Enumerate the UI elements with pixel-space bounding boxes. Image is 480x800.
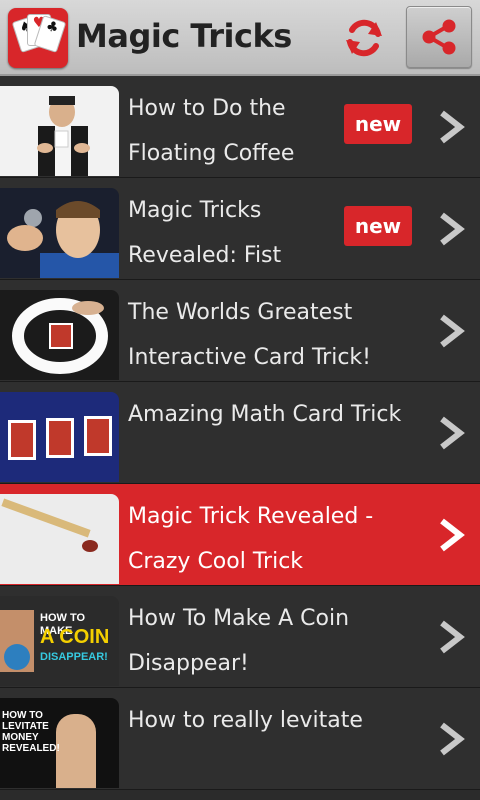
- video-thumbnail: [0, 86, 119, 176]
- video-thumbnail: [0, 494, 119, 584]
- video-list: How to Do the Floating Coffee Cup new Ma…: [0, 76, 480, 790]
- video-thumbnail: [0, 188, 119, 278]
- refresh-icon: [346, 19, 382, 57]
- app-title: Magic Tricks: [76, 17, 292, 55]
- thumbnail-caption: REVEALED!: [2, 743, 60, 754]
- share-button[interactable]: [406, 6, 472, 68]
- playing-cards-icon[interactable]: ♠ ♥ ♣: [8, 8, 68, 68]
- video-thumbnail: HOW TO LEVITATE MONEY REVEALED!: [0, 698, 119, 788]
- video-title: How To Make A Coin Disappear!: [128, 606, 350, 676]
- chevron-right-icon: [440, 518, 465, 552]
- list-item[interactable]: Amazing Math Card Trick: [0, 382, 480, 484]
- video-thumbnail: [0, 290, 119, 380]
- thumbnail-caption: MONEY: [2, 732, 39, 743]
- new-badge: new: [344, 206, 412, 246]
- thumbnail-figure: [56, 714, 96, 788]
- thumbnail-caption: HOW TO: [2, 710, 43, 721]
- list-item[interactable]: HOW TO MAKE A COIN DISAPPEAR! How To Mak…: [0, 586, 480, 688]
- thumbnail-caption: A COIN: [40, 626, 110, 648]
- list-item[interactable]: Magic Tricks Revealed: Fist new: [0, 178, 480, 280]
- video-title: The Worlds Greatest Interactive Card Tri…: [128, 300, 371, 370]
- thumbnail-caption: DISAPPEAR!: [40, 651, 108, 663]
- chevron-right-icon: [440, 314, 465, 348]
- list-item[interactable]: How to Do the Floating Coffee Cup new: [0, 76, 480, 178]
- share-icon: [422, 19, 456, 55]
- new-badge: new: [344, 104, 412, 144]
- action-bar: ♠ ♥ ♣ Magic Tricks: [0, 0, 480, 76]
- video-title: How to really levitate: [128, 708, 363, 733]
- list-item[interactable]: Magic Trick Revealed - Crazy Cool Trick: [0, 484, 480, 586]
- refresh-button[interactable]: [336, 12, 392, 64]
- chevron-right-icon: [440, 722, 465, 756]
- thumbnail-figure: [4, 644, 30, 670]
- chevron-right-icon: [440, 212, 465, 246]
- video-thumbnail: [0, 392, 119, 482]
- list-item[interactable]: HOW TO LEVITATE MONEY REVEALED! How to r…: [0, 688, 480, 790]
- video-title: Amazing Math Card Trick: [128, 402, 402, 427]
- thumbnail-caption: LEVITATE: [2, 721, 49, 732]
- video-title: How to Do the Floating Coffee Cup: [128, 96, 295, 166]
- chevron-right-icon: [440, 110, 465, 144]
- video-title: Magic Tricks Revealed: Fist: [128, 198, 282, 268]
- chevron-right-icon: [440, 416, 465, 450]
- video-thumbnail: HOW TO MAKE A COIN DISAPPEAR!: [0, 596, 119, 686]
- video-title: Magic Trick Revealed - Crazy Cool Trick: [128, 504, 374, 574]
- list-item[interactable]: The Worlds Greatest Interactive Card Tri…: [0, 280, 480, 382]
- chevron-right-icon: [440, 620, 465, 654]
